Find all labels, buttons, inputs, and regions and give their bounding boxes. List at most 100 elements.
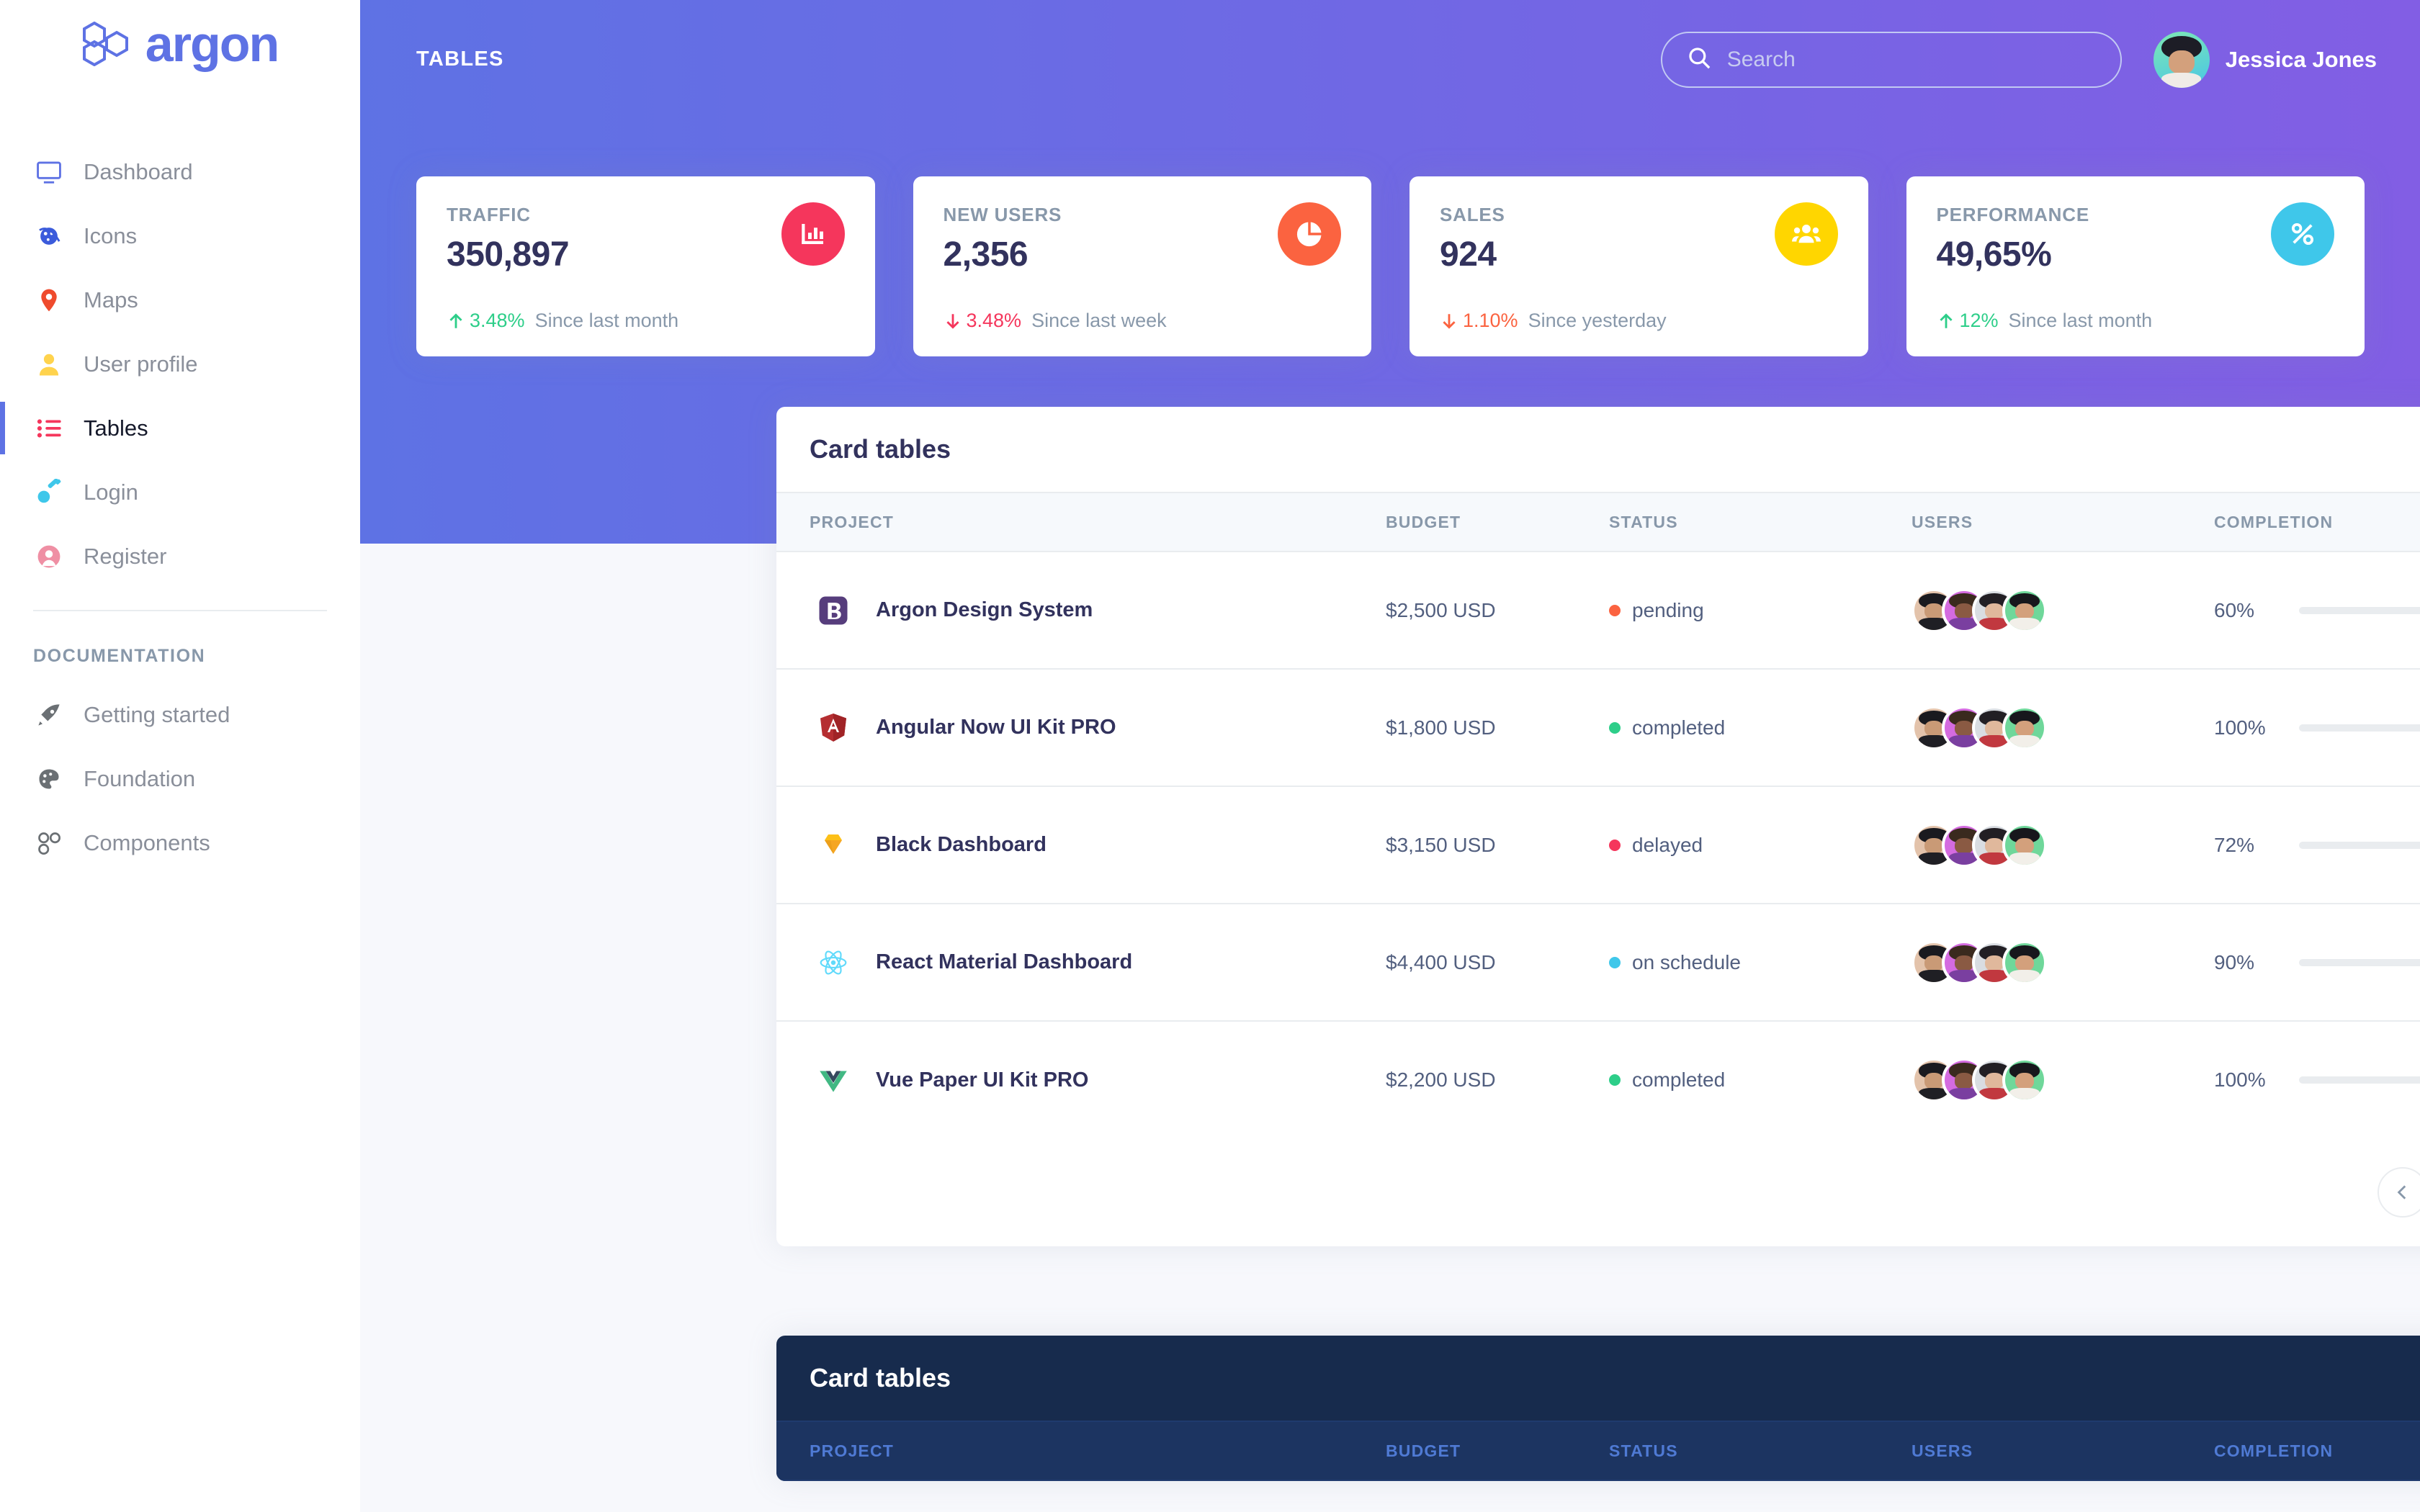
budget-cell: $1,800 USD [1353,669,1576,786]
user-avatars [1912,940,2181,985]
sidebar-item-maps[interactable]: Maps [0,268,360,332]
card-title: Card tables [810,1363,951,1393]
avatar[interactable] [2002,706,2047,750]
user-menu[interactable]: Jessica Jones [2154,32,2377,88]
completion-cell: 100% [2214,1068,2420,1092]
user-name: Jessica Jones [2226,47,2377,73]
brand-logo[interactable]: argon [0,0,360,88]
avatar[interactable] [2002,1058,2047,1102]
column-header-completion: COMPLETION [2181,1421,2420,1480]
sidebar-item-user-profile[interactable]: User profile [0,332,360,396]
avatar[interactable] [2002,823,2047,868]
progress-track [2299,607,2420,614]
status-dot-icon [1609,840,1621,851]
sidebar-item-label: Login [84,480,138,505]
bar-chart-icon [781,202,845,266]
pie-chart-icon [1278,202,1341,266]
column-header-users: USERS [1878,1421,2181,1480]
column-header-project: PROJECT [776,492,1353,552]
stat-delta-value: 3.48% [967,310,1022,332]
sidebar-item-label: Foundation [84,766,195,792]
user-avatars [1912,706,2181,750]
column-header-budget: BUDGET [1353,492,1576,552]
project-name: Angular Now UI Kit PRO [876,716,1116,739]
stat-since: Since last month [535,310,679,332]
map-pin-icon [33,284,65,316]
status-dot-icon [1609,605,1621,616]
table-row[interactable]: Vue Paper UI Kit PRO $2,200 USD complete… [776,1021,2420,1138]
stat-footer: 3.48% Since last week [944,310,1167,332]
sidebar-item-foundation[interactable]: Foundation [0,747,360,811]
table-row[interactable]: Angular Now UI Kit PRO $1,800 USD comple… [776,669,2420,786]
table-row[interactable]: Argon Design System $2,500 USD pending [776,552,2420,669]
stat-since: Since yesterday [1528,310,1667,332]
pagination: 1 2 3 [776,1138,2420,1246]
status-dot-icon [1609,722,1621,734]
page-title: TABLES [416,48,504,71]
brand-name: argon [145,19,278,69]
users-icon [1775,202,1838,266]
stat-delta: 3.48% [944,310,1022,332]
main-content: TABLES Jessica Jones TRAFFIC 350, [360,0,2420,1512]
status-label: pending [1632,599,1704,622]
card-tables-dark: Card tables PROJECT BUDGET STATUS USERS … [776,1336,2420,1481]
sidebar-item-label: Register [84,544,166,570]
progress-track [2299,842,2420,849]
topbar-right-group: Jessica Jones [1661,32,2377,88]
completion-cell: 72% [2214,834,2420,857]
arrow-down-icon [1440,312,1458,330]
search-input[interactable] [1727,48,2096,72]
sidebar-item-label: Components [84,830,210,856]
status-label: completed [1632,1068,1725,1092]
stat-delta: 1.10% [1440,310,1518,332]
completion-value: 100% [2214,1068,2280,1092]
sidebar-item-dashboard[interactable]: Dashboard [0,140,360,204]
sidebar-item-login[interactable]: Login [0,460,360,524]
projects-table: PROJECT BUDGET STATUS USERS COMPLETION [776,492,2420,1138]
table-header-row: PROJECT BUDGET STATUS USERS COMPLETION [776,1421,2420,1480]
column-header-status: STATUS [1576,492,1878,552]
project-name: Black Dashboard [876,833,1047,857]
sidebar-item-icons[interactable]: Icons [0,204,360,268]
status-label: on schedule [1632,951,1741,974]
table-header: PROJECT BUDGET STATUS USERS COMPLETION [776,1421,2420,1480]
sidebar-item-label: Getting started [84,702,230,728]
column-header-status: STATUS [1576,1421,1878,1480]
status-badge: delayed [1609,834,1878,857]
completion-value: 100% [2214,716,2280,739]
arrow-down-icon [944,312,962,330]
pagination-prev-button[interactable] [2378,1167,2420,1218]
status-badge: completed [1609,716,1878,739]
project-name: Argon Design System [876,598,1093,622]
bootstrap-icon [810,587,857,634]
completion-cell: 60% [2214,599,2420,622]
sidebar-heading-documentation: DOCUMENTATION [0,611,360,683]
card-tables-light: Card tables PROJECT BUDGET STATUS USERS … [776,407,2420,1246]
hexagon-cluster-icon [82,22,130,66]
avatar[interactable] [2002,588,2047,633]
stat-delta: 3.48% [447,310,525,332]
stat-since: Since last month [2009,310,2153,332]
stat-delta-value: 3.48% [470,310,525,332]
vue-icon [810,1056,857,1104]
budget-cell: $2,200 USD [1353,1021,1576,1138]
arrow-up-icon [447,312,465,330]
sidebar-item-components[interactable]: Components [0,811,360,875]
sidebar-item-register[interactable]: Register [0,524,360,588]
search-box[interactable] [1661,32,2122,88]
status-dot-icon [1609,1074,1621,1086]
sidebar-item-label: User profile [84,351,198,377]
table-header-row: PROJECT BUDGET STATUS USERS COMPLETION [776,492,2420,552]
table-row[interactable]: React Material Dashboard $4,400 USD on s… [776,904,2420,1021]
stat-footer: 12% Since last month [1937,310,2153,332]
sidebar-item-tables[interactable]: Tables [0,396,360,460]
table-row[interactable]: Black Dashboard $3,150 USD delayed [776,786,2420,904]
stat-delta-value: 1.10% [1463,310,1518,332]
project-cell: Argon Design System [810,587,1353,634]
palette-icon [33,763,65,795]
react-icon [810,939,857,986]
avatar[interactable] [2002,940,2047,985]
sidebar-item-getting-started[interactable]: Getting started [0,683,360,747]
completion-value: 60% [2214,599,2280,622]
status-badge: on schedule [1609,951,1878,974]
